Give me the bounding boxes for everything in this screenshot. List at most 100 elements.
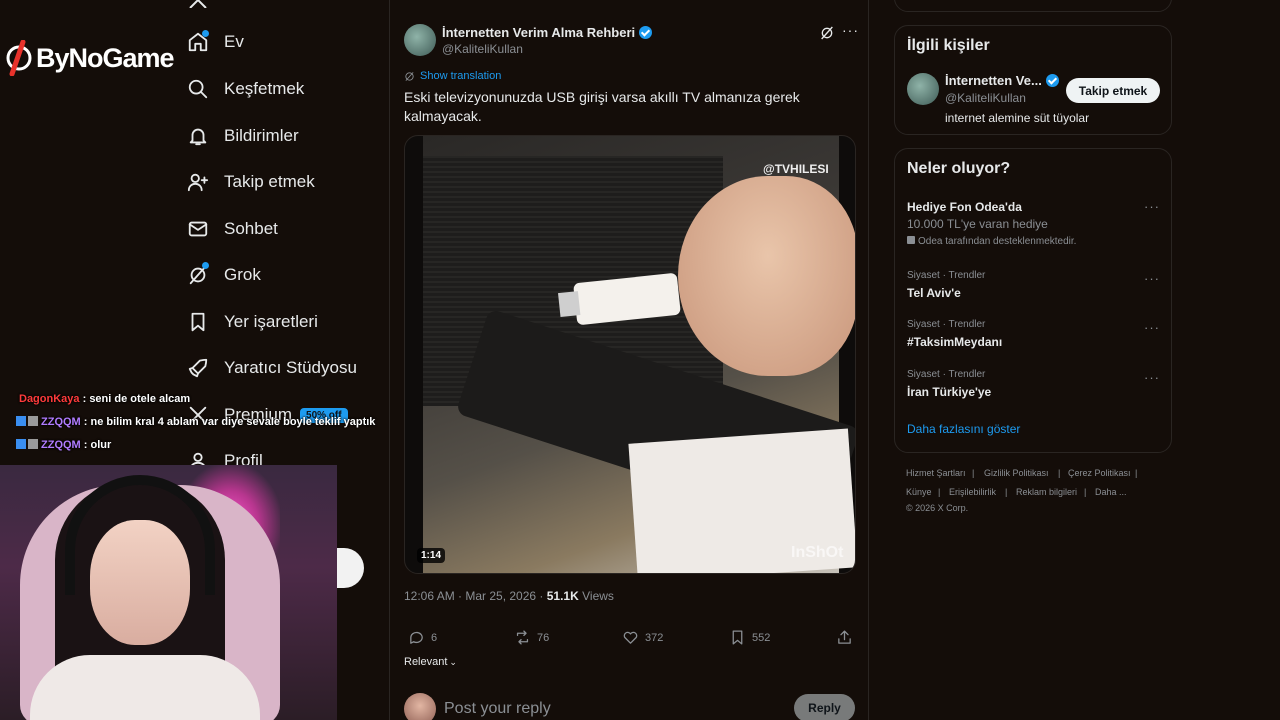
footer-separator: | — [938, 487, 941, 497]
footer-link[interactable]: Hizmet Şartları — [906, 468, 966, 478]
stream-brand-logo: ByNoGame — [6, 39, 175, 77]
bookmark-icon — [732, 630, 743, 645]
nav-item-chat[interactable]: Sohbet — [186, 217, 278, 241]
chevron-down-icon: ⌄ — [449, 657, 457, 667]
reply-action[interactable]: 6 — [408, 629, 437, 646]
nav-label: Sohbet — [224, 219, 278, 238]
post-button-partial[interactable] — [336, 548, 364, 588]
trend-category: Siyaset · Trendler — [907, 319, 986, 330]
reply-button[interactable]: Reply — [794, 694, 855, 720]
author-handle[interactable]: @KaliteliKullan — [442, 42, 523, 56]
verified-badge-icon — [639, 26, 653, 39]
video-inshot-watermark: InShOt — [791, 544, 844, 561]
author-avatar[interactable] — [404, 24, 436, 56]
more-options-icon[interactable]: ··· — [842, 22, 859, 38]
related-user-avatar[interactable] — [907, 73, 939, 105]
video-watermark: @TVHILESI — [763, 162, 829, 176]
trends-card: Neler oluyor? — [894, 148, 1172, 453]
trend-name[interactable]: Tel Aviv'e — [907, 286, 961, 300]
video-hand — [678, 176, 855, 376]
bookmark-action[interactable]: 552 — [729, 629, 770, 646]
nav-item-follow[interactable]: Takip etmek — [186, 170, 315, 194]
like-action[interactable]: 372 — [622, 629, 663, 646]
x-logo-icon[interactable] — [188, 0, 208, 13]
webcam-shirt — [30, 655, 260, 720]
heart-icon — [623, 631, 638, 644]
add-user-icon — [186, 170, 210, 194]
chat-message: ZZQQM : olur — [16, 439, 111, 451]
show-translation-link[interactable]: Show translation — [404, 70, 501, 82]
tweet-video[interactable]: @TVHILESI InShOt 1:14 — [404, 135, 856, 574]
footer-link[interactable]: Reklam bilgileri — [1016, 487, 1077, 497]
related-user-name[interactable]: İnternetten Ve... — [945, 73, 1059, 88]
related-user-handle[interactable]: @KaliteliKullan — [945, 91, 1026, 105]
nav-item-explore[interactable]: Keşfetmek — [186, 77, 304, 101]
user-avatar[interactable] — [404, 693, 436, 720]
views-label: Views — [578, 589, 614, 603]
verified-badge-icon — [1045, 74, 1059, 87]
tweet-text: Eski televizyonunuzda USB girişi varsa a… — [404, 89, 800, 124]
show-more-link[interactable]: Daha fazlasını göster — [907, 422, 1020, 436]
rocket-icon — [186, 356, 210, 380]
ad-icon — [907, 236, 915, 244]
more-options-icon[interactable]: ··· — [1144, 271, 1160, 286]
video-duration: 1:14 — [417, 548, 446, 563]
streamer-webcam — [0, 465, 337, 720]
show-translation-label: Show translation — [420, 70, 502, 82]
related-user-name-text: İnternetten Ve... — [945, 73, 1042, 88]
like-count: 372 — [645, 631, 664, 644]
sponsor-text: Odea tarafından desteklenmektedir. — [918, 236, 1077, 247]
follow-button[interactable]: Takip etmek — [1066, 78, 1160, 103]
footer-separator: | — [1084, 487, 1087, 497]
chat-username: ZZQQM — [41, 416, 81, 428]
promoted-trend-desc: 10.000 TL'ye varan hediye — [907, 217, 1048, 231]
nav-item-home[interactable]: Ev — [186, 30, 244, 54]
footer-separator: | — [1005, 487, 1008, 497]
nav-label: Grok — [224, 265, 261, 284]
share-action[interactable] — [836, 629, 853, 646]
related-people-title: İlgili kişiler — [907, 37, 990, 54]
prime-badge-icon — [16, 416, 26, 426]
more-options-icon[interactable]: ··· — [1144, 199, 1160, 214]
more-options-icon[interactable]: ··· — [1144, 320, 1160, 335]
more-options-icon[interactable]: ··· — [1144, 370, 1160, 385]
bookmark-icon — [186, 310, 210, 334]
chat-message: ZZQQM : ne bilim kral 4 ablam var diye s… — [16, 416, 375, 428]
repost-action[interactable]: 76 — [514, 629, 549, 646]
author-name-text: İnternetten Verim Alma Rehberi — [442, 25, 636, 40]
feed-left-border — [389, 0, 390, 720]
reply-sort-dropdown[interactable]: Relevant ⌄ — [404, 656, 457, 668]
promoted-trend-name[interactable]: Hediye Fon Odea'da — [907, 200, 1022, 214]
footer-link[interactable]: Gizlilik Politikası — [984, 468, 1049, 478]
tweet-timestamp: 12:06 AM · Mar 25, 2026 · — [404, 589, 547, 603]
trend-category: Siyaset · Trendler — [907, 369, 986, 380]
footer-copyright: © 2026 X Corp. — [906, 503, 969, 513]
footer-link[interactable]: Daha ... — [1095, 487, 1127, 497]
author-name[interactable]: İnternetten Verim Alma Rehberi — [442, 25, 653, 40]
grok-icon[interactable] — [819, 25, 835, 46]
trend-name[interactable]: #TaksimMeydanı — [907, 335, 1002, 349]
search-icon — [186, 77, 210, 101]
nav-item-grok[interactable]: Grok — [186, 263, 261, 287]
repost-icon — [516, 630, 529, 645]
promoted-sponsor: Odea tarafından desteklenmektedir. — [907, 236, 1076, 247]
trend-name[interactable]: İran Türkiye'ye — [907, 385, 991, 399]
footer-separator: | — [972, 468, 975, 478]
nav-item-bookmarks[interactable]: Yer işaretleri — [186, 310, 318, 334]
grok-icon — [405, 71, 414, 81]
nav-item-creator-studio[interactable]: Yaratıcı Stüdyosu — [186, 356, 357, 380]
subscriber-badge-icon — [28, 416, 38, 426]
footer-link[interactable]: Erişilebilirlik — [949, 487, 996, 497]
chat-text: : olur — [83, 439, 112, 451]
nav-label: Keşfetmek — [224, 79, 305, 98]
footer-link[interactable]: Künye — [906, 487, 932, 497]
chat-username: ZZQQM — [41, 439, 81, 451]
nav-label: Yaratıcı Stüdyosu — [224, 358, 357, 377]
nav-label: Ev — [224, 32, 244, 51]
nav-item-notifications[interactable]: Bildirimler — [186, 124, 299, 148]
footer-separator: | — [1135, 468, 1138, 478]
footer-link[interactable]: Çerez Politikası — [1068, 468, 1131, 478]
reply-input[interactable]: Post your reply — [444, 700, 551, 718]
brand-name: ByNoGame — [36, 42, 175, 73]
video-frame: @TVHILESI InShOt — [423, 136, 855, 573]
